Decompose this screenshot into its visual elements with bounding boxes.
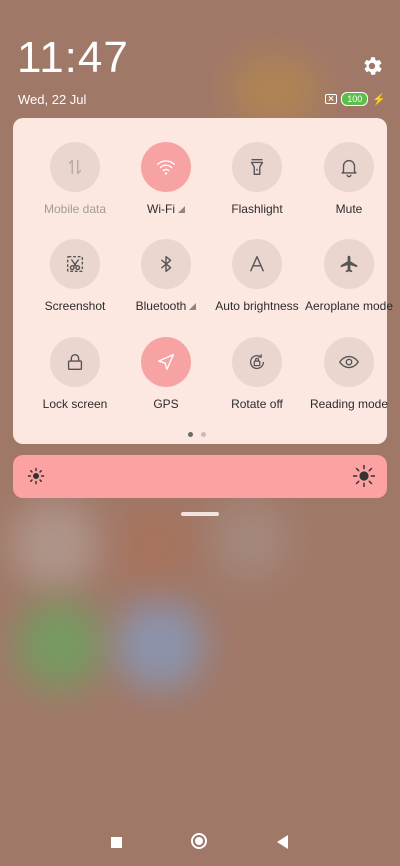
- tile-label: Aeroplane mode: [304, 299, 394, 313]
- tile-toggle[interactable]: [50, 239, 100, 289]
- tile-toggle[interactable]: [324, 239, 374, 289]
- flashlight-icon: [250, 158, 264, 176]
- tile-mobile-data[interactable]: Mobile data: [29, 142, 121, 216]
- tile-toggle[interactable]: [232, 142, 282, 192]
- rotate-lock-icon: [249, 354, 265, 370]
- navigation-bar: [0, 828, 400, 856]
- tile-label: Reading mode: [309, 397, 389, 411]
- tile-label: Lock screen: [42, 397, 108, 411]
- tile-mute[interactable]: Mute: [303, 142, 395, 216]
- quick-settings-panel: Mobile data Wi-Fi Flashlight Mute Screenshot…: [13, 118, 393, 444]
- tile-gps[interactable]: GPS: [120, 337, 212, 411]
- auto-brightness-icon: [249, 255, 265, 272]
- page-dot-2[interactable]: [201, 432, 206, 437]
- home-button[interactable]: [191, 833, 207, 849]
- date: Wed, 22 Jul: [18, 92, 87, 107]
- tile-label: Wi-Fi: [120, 202, 212, 216]
- tile-label: Bluetooth: [120, 299, 212, 313]
- tile-toggle[interactable]: [141, 337, 191, 387]
- signal-strength-icon: [177, 206, 185, 213]
- bell-icon: [341, 159, 357, 178]
- tile-label: Mobile data: [43, 202, 107, 216]
- tile-toggle[interactable]: [50, 337, 100, 387]
- recents-button[interactable]: [111, 837, 122, 848]
- mobile-data-icon: [68, 159, 82, 175]
- tile-toggle[interactable]: [324, 142, 374, 192]
- bluetooth-icon: [160, 255, 172, 273]
- tile-label: Auto brightness: [215, 299, 299, 313]
- tile-toggle[interactable]: [141, 142, 191, 192]
- lock-icon: [67, 353, 83, 371]
- tile-label: Screenshot: [44, 299, 106, 313]
- wifi-icon: [157, 160, 175, 175]
- drag-handle[interactable]: [181, 512, 219, 516]
- charging-icon: ⚡: [372, 93, 386, 106]
- tile-bluetooth[interactable]: Bluetooth: [120, 239, 212, 313]
- status-icons: 100 ⚡: [325, 92, 386, 106]
- brightness-high-icon: [353, 465, 375, 487]
- tile-wi-fi[interactable]: Wi-Fi: [120, 142, 212, 216]
- no-sim-icon: [325, 94, 338, 104]
- scissors-icon: [66, 255, 84, 273]
- tile-toggle[interactable]: [141, 239, 191, 289]
- location-icon: [157, 353, 175, 371]
- page-dot-1[interactable]: [188, 432, 193, 437]
- tile-label: GPS: [153, 397, 179, 411]
- battery-indicator: 100: [341, 92, 369, 106]
- signal-strength-icon: [189, 303, 197, 310]
- tile-aeroplane-mode[interactable]: Aeroplane mode: [303, 239, 395, 313]
- gear-icon[interactable]: [360, 54, 384, 78]
- tile-toggle[interactable]: [232, 239, 282, 289]
- airplane-icon: [340, 255, 358, 273]
- tile-screenshot[interactable]: Screenshot: [29, 239, 121, 313]
- tile-rotate-off[interactable]: Rotate off: [211, 337, 303, 411]
- brightness-slider[interactable]: [13, 455, 387, 498]
- tile-toggle[interactable]: [324, 337, 374, 387]
- back-button[interactable]: [277, 835, 288, 849]
- tile-toggle[interactable]: [232, 337, 282, 387]
- tile-label: Flashlight: [231, 202, 283, 216]
- eye-icon: [339, 355, 359, 369]
- tile-reading-mode[interactable]: Reading mode: [303, 337, 395, 411]
- tile-lock-screen[interactable]: Lock screen: [29, 337, 121, 411]
- clock: 11:47: [17, 33, 129, 82]
- tile-label: Rotate off: [231, 397, 283, 411]
- tile-flashlight[interactable]: Flashlight: [211, 142, 303, 216]
- tile-label: Mute: [335, 202, 363, 216]
- page-indicator: [188, 432, 206, 437]
- tile-auto-brightness[interactable]: Auto brightness: [211, 239, 303, 313]
- tile-toggle[interactable]: [50, 142, 100, 192]
- brightness-low-icon: [27, 467, 45, 485]
